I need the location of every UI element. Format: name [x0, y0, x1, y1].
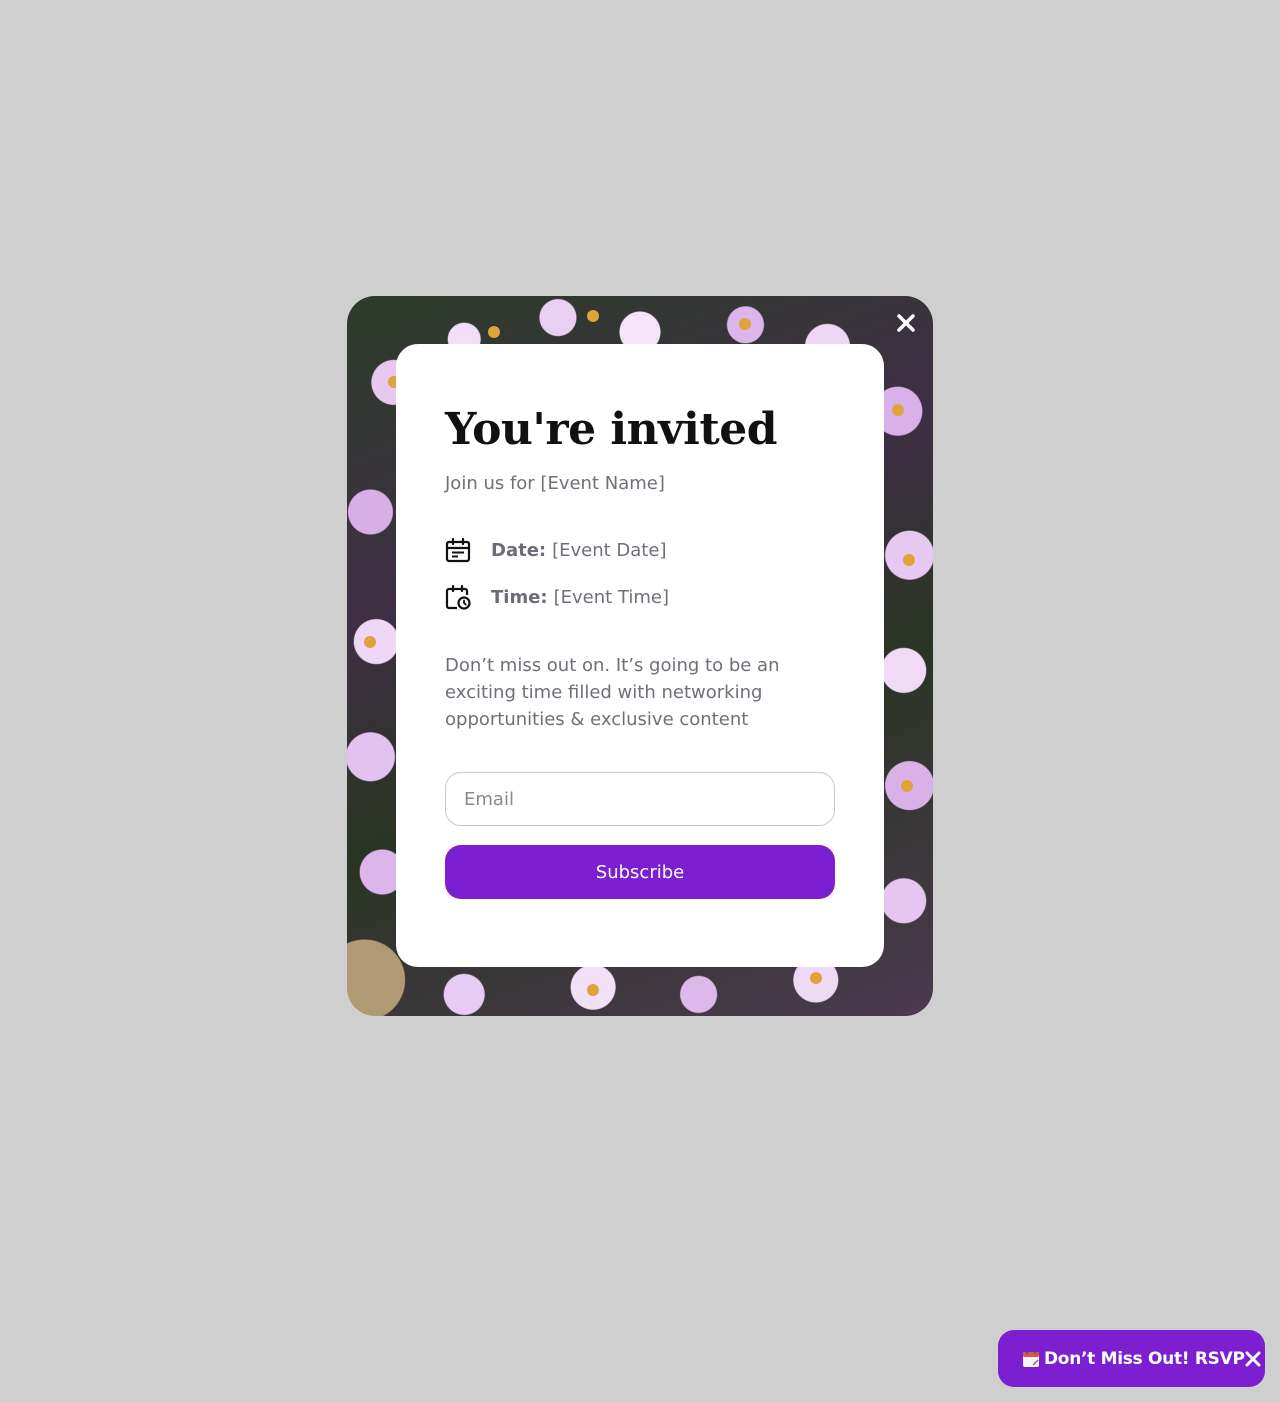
close-icon[interactable] [893, 310, 919, 336]
popup-title: You're invited [445, 404, 777, 455]
date-value: [Event Date] [552, 539, 667, 561]
calendar-emoji-icon [1022, 1350, 1040, 1368]
event-time-row: Time: [Event Time] [445, 584, 669, 610]
subscribe-button[interactable]: Subscribe [445, 845, 835, 899]
rsvp-pill-button[interactable]: Don’t Miss Out! RSVP [998, 1330, 1265, 1387]
time-label: Time: [491, 586, 548, 608]
rsvp-label: Don’t Miss Out! RSVP [1044, 1348, 1245, 1369]
popup-subtitle: Join us for [Event Name] [445, 473, 665, 494]
event-date-row: Date: [Event Date] [445, 537, 666, 563]
time-value: [Event Time] [553, 586, 670, 608]
close-icon[interactable] [1245, 1349, 1261, 1369]
calendar-icon [445, 537, 471, 563]
date-label: Date: [491, 539, 547, 561]
invite-card: You're invited Join us for [Event Name] … [396, 344, 884, 967]
email-input[interactable] [445, 772, 835, 826]
calendar-clock-icon [445, 584, 471, 610]
page: You're invited Join us for [Event Name] … [0, 0, 1280, 1402]
event-description: Don’t miss out on. It’s going to be an e… [445, 655, 780, 730]
